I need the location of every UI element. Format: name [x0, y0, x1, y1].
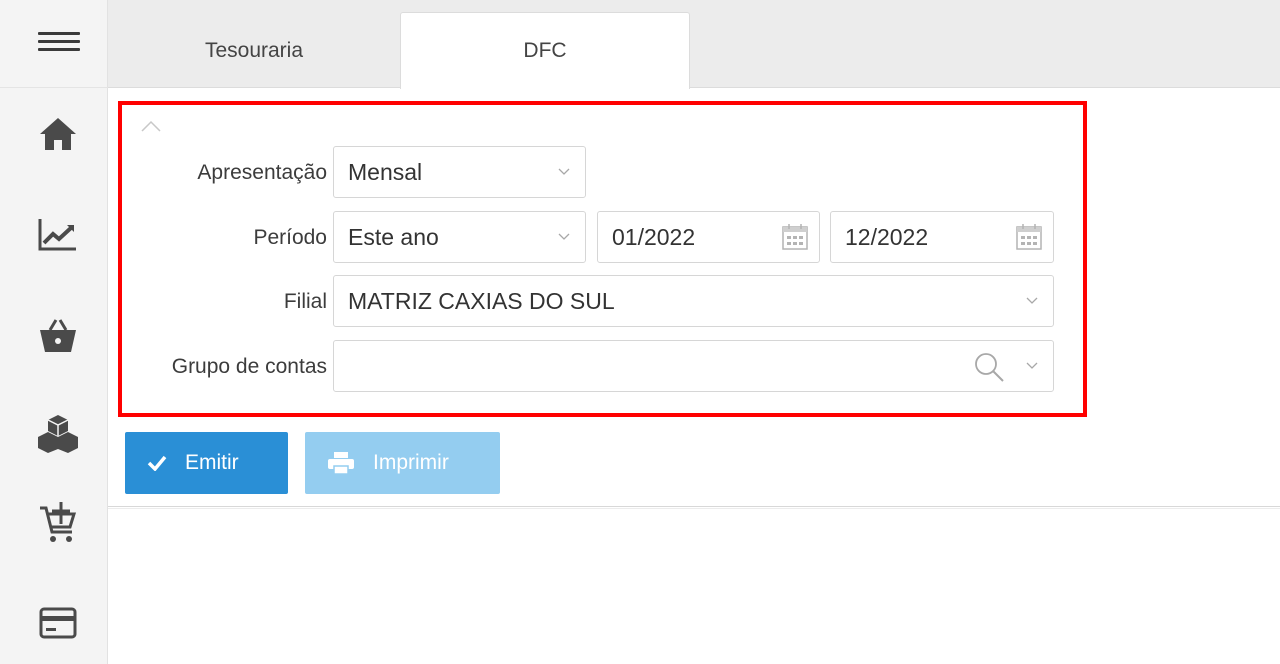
- chevron-down-icon: [1026, 297, 1038, 304]
- cart-plus-icon[interactable]: [34, 500, 82, 544]
- content-divider: [108, 506, 1280, 509]
- periodo-value: Este ano: [348, 223, 439, 250]
- credit-card-icon[interactable]: [34, 601, 82, 645]
- chart-line-icon[interactable]: [34, 212, 82, 256]
- periodo-start-input[interactable]: 01/2022: [597, 211, 820, 263]
- grupo-contas-label: Grupo de contas: [171, 355, 327, 378]
- check-icon: [147, 455, 167, 471]
- periodo-end-value: 12/2022: [845, 223, 929, 250]
- hamburger-menu-icon[interactable]: [38, 32, 80, 51]
- grupo-contas-combobox[interactable]: [333, 340, 1054, 392]
- search-icon[interactable]: [973, 351, 1005, 383]
- periodo-end-input[interactable]: 12/2022: [830, 211, 1054, 263]
- tab-bar: Tesouraria DFC: [108, 0, 1280, 89]
- filial-label: Filial: [283, 290, 327, 313]
- tab-dfc[interactable]: DFC: [400, 12, 690, 89]
- filial-value: MATRIZ CAXIAS DO SUL: [348, 287, 615, 314]
- emitir-button[interactable]: Emitir: [125, 432, 288, 494]
- home-icon[interactable]: [34, 112, 82, 156]
- collapse-chevron-up-icon[interactable]: [140, 119, 162, 133]
- imprimir-label: Imprimir: [373, 451, 449, 474]
- calendar-icon[interactable]: [781, 223, 809, 251]
- periodo-start-value: 01/2022: [612, 223, 696, 250]
- apresentacao-label: Apresentação: [197, 161, 327, 184]
- imprimir-button[interactable]: Imprimir: [305, 432, 500, 494]
- periodo-select[interactable]: Este ano: [333, 211, 586, 263]
- periodo-label: Período: [253, 226, 327, 249]
- sidebar: [0, 0, 108, 664]
- calendar-icon[interactable]: [1015, 223, 1043, 251]
- chevron-down-icon: [558, 168, 570, 175]
- filter-panel: Apresentação Mensal Período Este ano 01/…: [118, 101, 1087, 417]
- sidebar-divider: [0, 87, 108, 88]
- filial-select[interactable]: MATRIZ CAXIAS DO SUL: [333, 275, 1054, 327]
- shopping-basket-icon[interactable]: [34, 313, 82, 357]
- cubes-icon[interactable]: [34, 411, 82, 455]
- tab-tesouraria[interactable]: Tesouraria: [108, 12, 400, 89]
- apresentacao-select[interactable]: Mensal: [333, 146, 586, 198]
- emitir-label: Emitir: [185, 451, 239, 474]
- apresentacao-value: Mensal: [348, 158, 423, 185]
- printer-icon: [327, 451, 355, 475]
- chevron-down-icon: [558, 233, 570, 240]
- chevron-down-icon[interactable]: [1025, 360, 1039, 370]
